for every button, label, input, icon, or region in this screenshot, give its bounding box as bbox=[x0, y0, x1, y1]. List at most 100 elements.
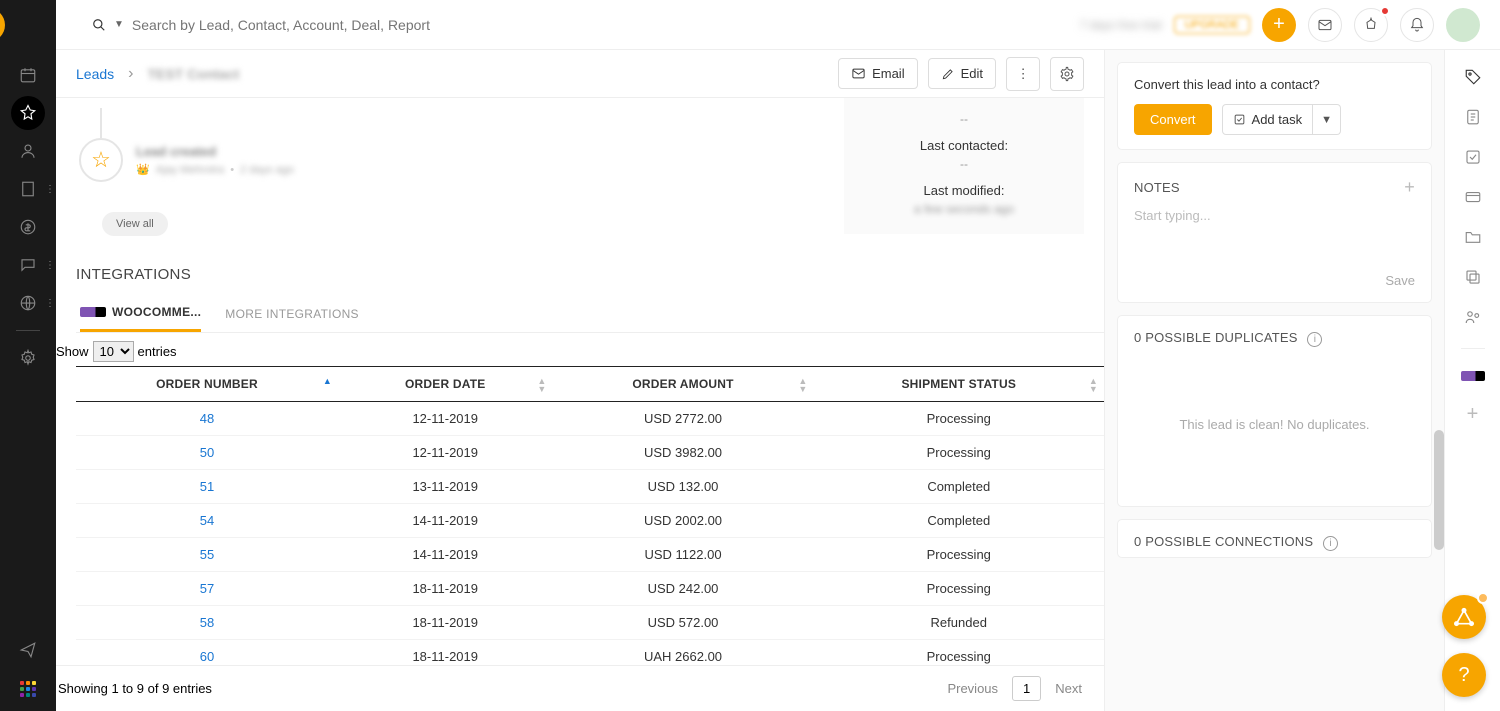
last-contacted-label: Last contacted: bbox=[860, 138, 1068, 153]
slim-deals[interactable] bbox=[1464, 188, 1482, 206]
nav-reports[interactable]: ⋮ bbox=[11, 286, 45, 320]
table-row: 5514-11-2019USD 1122.00Processing bbox=[76, 538, 1104, 572]
info-icon[interactable]: i bbox=[1307, 332, 1322, 347]
globe-icon bbox=[19, 294, 37, 312]
notes-input[interactable]: Start typing... bbox=[1134, 198, 1415, 273]
nav-accounts[interactable]: ⋮ bbox=[11, 172, 45, 206]
edit-label: Edit bbox=[961, 66, 983, 81]
search-icon[interactable] bbox=[92, 18, 106, 32]
add-task-button[interactable]: Add task bbox=[1222, 104, 1314, 135]
slim-woo[interactable] bbox=[1461, 371, 1485, 381]
chevron-right-icon: › bbox=[128, 65, 133, 83]
next-button[interactable]: Next bbox=[1049, 677, 1088, 700]
check-icon bbox=[1464, 148, 1482, 166]
connections-panel: 0 POSSIBLE CONNECTIONS i bbox=[1117, 519, 1432, 558]
slim-duplicates[interactable] bbox=[1464, 268, 1482, 286]
page-size-select[interactable]: 10 bbox=[93, 341, 134, 362]
triangle-icon bbox=[1454, 607, 1474, 627]
cell-order-date: 14-11-2019 bbox=[338, 504, 553, 538]
timeline-line bbox=[100, 108, 102, 138]
col-order-amount[interactable]: ORDER AMOUNT▲▼ bbox=[553, 367, 814, 402]
task-icon bbox=[1233, 113, 1246, 126]
lead-meta: 👑 Ajay Mehrotra • 2 days ago bbox=[136, 163, 294, 176]
bell-button[interactable] bbox=[1400, 8, 1434, 42]
search-dropdown-icon[interactable]: ▼ bbox=[114, 19, 124, 30]
edit-button[interactable]: Edit bbox=[928, 58, 996, 89]
add-button[interactable]: + bbox=[1262, 8, 1296, 42]
upgrade-badge[interactable]: UPGRADE bbox=[1174, 16, 1250, 34]
nav-campaigns[interactable] bbox=[11, 633, 45, 667]
top-header: ▼ 7 days free trial UPGRADE + bbox=[56, 0, 1500, 50]
crown-icon: 👑 bbox=[136, 163, 150, 176]
cell-order-amount: USD 3982.00 bbox=[553, 436, 814, 470]
last-modified-value: a few seconds ago bbox=[860, 202, 1068, 216]
col-order-number[interactable]: ORDER NUMBER▲ bbox=[76, 367, 338, 402]
notes-heading: NOTES bbox=[1134, 180, 1180, 195]
col-order-date[interactable]: ORDER DATE▲▼ bbox=[338, 367, 553, 402]
nav-more-icon: ⋮ bbox=[45, 260, 55, 271]
alert-bell-icon bbox=[1363, 17, 1379, 33]
float-help-button[interactable]: ? bbox=[1442, 653, 1486, 697]
info-icon[interactable]: i bbox=[1323, 536, 1338, 551]
cell-order-number[interactable]: 60 bbox=[76, 640, 338, 666]
slim-files[interactable] bbox=[1464, 228, 1482, 246]
add-note-button[interactable]: + bbox=[1404, 177, 1415, 198]
lead-time: 2 days ago bbox=[240, 164, 294, 176]
view-all-button[interactable]: View all bbox=[102, 212, 168, 236]
people-icon bbox=[1464, 308, 1482, 326]
nav-contacts[interactable] bbox=[11, 134, 45, 168]
email-label: Email bbox=[872, 66, 905, 81]
search-input[interactable] bbox=[132, 17, 532, 33]
cell-order-amount: UAH 2662.00 bbox=[553, 640, 814, 666]
cell-order-number[interactable]: 57 bbox=[76, 572, 338, 606]
tab-woocommerce[interactable]: WOOCOMME... bbox=[80, 305, 201, 332]
page-number[interactable]: 1 bbox=[1012, 676, 1041, 701]
cell-order-number[interactable]: 48 bbox=[76, 402, 338, 436]
nav-settings[interactable] bbox=[11, 341, 45, 375]
col-shipment-status[interactable]: SHIPMENT STATUS▲▼ bbox=[814, 367, 1105, 402]
cell-shipment-status: Processing bbox=[814, 572, 1105, 606]
nav-deals[interactable] bbox=[11, 210, 45, 244]
slim-connections[interactable] bbox=[1464, 308, 1482, 326]
cell-order-number[interactable]: 54 bbox=[76, 504, 338, 538]
email-button[interactable]: Email bbox=[838, 58, 918, 89]
duplicates-panel: 0 POSSIBLE DUPLICATES i This lead is cle… bbox=[1117, 315, 1432, 507]
scrollbar-thumb[interactable] bbox=[1434, 430, 1444, 550]
nav-more-icon: ⋮ bbox=[45, 184, 55, 195]
cell-order-number[interactable]: 58 bbox=[76, 606, 338, 640]
notifications-alert[interactable] bbox=[1354, 8, 1388, 42]
settings-button[interactable] bbox=[1050, 57, 1084, 91]
table-row: 5414-11-2019USD 2002.00Completed bbox=[76, 504, 1104, 538]
nav-conversations[interactable]: ⋮ bbox=[11, 248, 45, 282]
table-row: 5818-11-2019USD 572.00Refunded bbox=[76, 606, 1104, 640]
duplicates-heading: 0 POSSIBLE DUPLICATES i bbox=[1134, 330, 1322, 347]
convert-button[interactable]: Convert bbox=[1134, 104, 1212, 135]
nav-leads[interactable] bbox=[11, 96, 45, 130]
bell-icon bbox=[1409, 17, 1425, 33]
cell-order-number[interactable]: 50 bbox=[76, 436, 338, 470]
cell-order-number[interactable]: 55 bbox=[76, 538, 338, 572]
nav-calendar[interactable] bbox=[11, 58, 45, 92]
showing-info: Showing 1 to 9 of 9 entries bbox=[58, 681, 212, 696]
woocommerce-icon bbox=[1461, 371, 1485, 381]
cell-order-number[interactable]: 51 bbox=[76, 470, 338, 504]
slim-details[interactable] bbox=[1464, 108, 1482, 126]
slim-tasks[interactable] bbox=[1464, 148, 1482, 166]
tab-more-integrations[interactable]: MORE INTEGRATIONS bbox=[225, 305, 359, 332]
integrations-tabs: WOOCOMME... MORE INTEGRATIONS bbox=[76, 305, 1104, 333]
prev-button[interactable]: Previous bbox=[941, 677, 1004, 700]
more-actions-button[interactable]: ⋮ bbox=[1006, 57, 1040, 91]
slim-add[interactable]: + bbox=[1467, 403, 1479, 426]
trial-text: 7 days free trial bbox=[1080, 18, 1162, 32]
inbox-button[interactable] bbox=[1308, 8, 1342, 42]
float-apps-button[interactable] bbox=[1442, 595, 1486, 639]
notes-save-button[interactable]: Save bbox=[1134, 273, 1415, 288]
avatar[interactable] bbox=[1446, 8, 1480, 42]
add-task-dropdown[interactable]: ▼ bbox=[1313, 104, 1341, 135]
nav-apps[interactable] bbox=[20, 681, 36, 697]
cell-order-amount: USD 242.00 bbox=[553, 572, 814, 606]
separator-dot: • bbox=[230, 164, 234, 176]
tag-icon bbox=[1464, 68, 1482, 86]
slim-activity[interactable] bbox=[1464, 68, 1482, 86]
breadcrumb-root[interactable]: Leads bbox=[76, 66, 114, 82]
